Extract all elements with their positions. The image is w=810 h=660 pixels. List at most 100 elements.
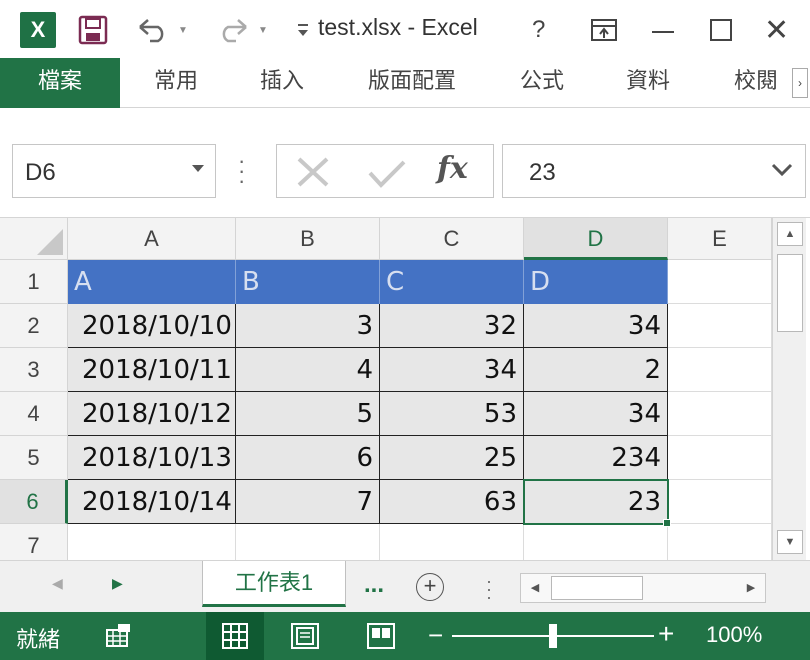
previous-sheet-icon[interactable]: ◀ — [52, 575, 63, 592]
empty-cell[interactable] — [236, 524, 380, 560]
table-cell[interactable]: 2018/10/13 — [68, 436, 236, 480]
table-cell[interactable]: 234 — [524, 436, 668, 480]
empty-cell[interactable] — [668, 348, 772, 392]
page-layout-view-icon[interactable] — [290, 622, 320, 655]
maximize-icon[interactable] — [708, 10, 734, 50]
table-cell[interactable]: 32 — [380, 304, 524, 348]
column-header-a[interactable]: A — [68, 218, 236, 260]
table-cell[interactable]: 3 — [236, 304, 380, 348]
table-cell[interactable]: 53 — [380, 392, 524, 436]
scroll-down-icon[interactable]: ▼ — [777, 530, 803, 554]
minimize-icon[interactable] — [650, 10, 676, 50]
page-break-view-icon[interactable] — [366, 622, 396, 655]
window-title: test.xlsx - Excel — [318, 14, 478, 40]
select-all-button[interactable] — [0, 218, 68, 260]
column-header-e[interactable]: E — [668, 218, 772, 260]
vertical-scroll-thumb[interactable] — [777, 254, 803, 332]
table-cell[interactable]: 7 — [236, 480, 380, 524]
normal-view-icon[interactable] — [206, 612, 264, 660]
horizontal-scrollbar[interactable]: ◀ ▶ — [520, 573, 766, 603]
table-cell[interactable]: 63 — [380, 480, 524, 524]
empty-cell[interactable] — [668, 392, 772, 436]
column-header-b[interactable]: B — [236, 218, 380, 260]
tab-file[interactable]: 檔案 — [0, 58, 120, 108]
macro-recording-icon[interactable] — [104, 622, 132, 655]
table-cell[interactable]: 2 — [524, 348, 668, 392]
empty-cell[interactable] — [380, 524, 524, 560]
horizontal-scroll-thumb[interactable] — [551, 576, 643, 600]
insert-function-icon[interactable]: fx — [437, 151, 468, 186]
table-cell[interactable]: 34 — [524, 304, 668, 348]
undo-dropdown-icon[interactable]: ▼ — [178, 10, 188, 50]
undo-icon[interactable] — [136, 10, 170, 50]
more-sheets-button[interactable]: ... — [364, 571, 384, 599]
zoom-level[interactable]: 100% — [706, 622, 762, 648]
scroll-right-icon[interactable]: ▶ — [739, 576, 763, 600]
zoom-out-icon[interactable]: − — [428, 620, 443, 651]
column-header-d[interactable]: D — [524, 218, 668, 260]
row-header-7[interactable]: 7 — [0, 524, 68, 560]
row-header-6[interactable]: 6 — [0, 480, 68, 524]
row-header-1[interactable]: 1 — [0, 260, 68, 304]
row-header-5[interactable]: 5 — [0, 436, 68, 480]
customize-quick-access-icon[interactable] — [296, 10, 310, 50]
zoom-in-icon[interactable]: + — [658, 618, 674, 650]
empty-cell[interactable] — [668, 524, 772, 560]
row-header-3[interactable]: 3 — [0, 348, 68, 392]
table-cell[interactable]: 34 — [524, 392, 668, 436]
empty-cell[interactable] — [668, 304, 772, 348]
table-header-cell[interactable]: A — [68, 260, 236, 304]
tab-formulas[interactable]: 公式 — [520, 58, 564, 108]
sheet-tab-active[interactable]: 工作表1 — [202, 561, 346, 607]
table-cell[interactable]: 23 — [524, 480, 668, 524]
tab-split-handle-icon[interactable]: · · · — [486, 572, 492, 606]
table-cell[interactable]: 25 — [380, 436, 524, 480]
scroll-up-icon[interactable]: ▲ — [777, 222, 803, 246]
formula-input[interactable]: 23 — [502, 144, 806, 198]
row-header-4[interactable]: 4 — [0, 392, 68, 436]
formula-bar-resize-handle-icon[interactable]: · · · — [238, 150, 245, 192]
enter-icon[interactable] — [367, 159, 407, 194]
table-header-cell[interactable]: C — [380, 260, 524, 304]
table-cell[interactable]: 2018/10/12 — [68, 392, 236, 436]
tab-data[interactable]: 資料 — [626, 58, 670, 108]
zoom-slider-thumb[interactable] — [549, 624, 557, 648]
close-icon[interactable]: ✕ — [764, 10, 789, 50]
tab-home[interactable]: 常用 — [154, 58, 198, 108]
redo-icon[interactable] — [216, 10, 250, 50]
vertical-scrollbar[interactable]: ▲ ▼ — [772, 218, 806, 560]
empty-cell[interactable] — [668, 480, 772, 524]
table-cell[interactable]: 6 — [236, 436, 380, 480]
name-box[interactable]: D6 — [12, 144, 216, 198]
table-cell[interactable]: 4 — [236, 348, 380, 392]
empty-cell[interactable] — [524, 524, 668, 560]
table-header-cell[interactable]: D — [524, 260, 668, 304]
table-cell[interactable]: 34 — [380, 348, 524, 392]
worksheet-grid[interactable]: A B C D E 1 A B C D 2 2018/10/10 3 32 34 3 2018/10/11 4 34… — [0, 218, 772, 560]
add-sheet-icon[interactable]: + — [416, 573, 444, 601]
redo-dropdown-icon[interactable]: ▼ — [258, 10, 268, 50]
table-cell[interactable]: 2018/10/14 — [68, 480, 236, 524]
scroll-left-icon[interactable]: ◀ — [523, 576, 547, 600]
table-cell[interactable]: 2018/10/10 — [68, 304, 236, 348]
table-cell[interactable]: 5 — [236, 392, 380, 436]
next-sheet-icon[interactable]: ▶ — [112, 575, 123, 592]
fill-handle[interactable] — [663, 519, 671, 527]
empty-cell[interactable] — [68, 524, 236, 560]
empty-cell[interactable] — [668, 436, 772, 480]
column-header-c[interactable]: C — [380, 218, 524, 260]
expand-formula-bar-icon[interactable] — [771, 163, 793, 182]
tab-review[interactable]: 校閱 — [734, 58, 778, 108]
save-icon[interactable] — [78, 10, 108, 50]
empty-cell[interactable] — [668, 260, 772, 304]
table-header-cell[interactable]: B — [236, 260, 380, 304]
row-header-2[interactable]: 2 — [0, 304, 68, 348]
tab-page-layout[interactable]: 版面配置 — [368, 58, 456, 108]
help-icon[interactable]: ? — [532, 10, 545, 50]
tab-insert[interactable]: 插入 — [260, 58, 304, 108]
cancel-icon[interactable] — [295, 157, 331, 192]
ribbon-scroll-right-icon[interactable]: › — [792, 68, 808, 98]
ribbon-display-options-icon[interactable] — [590, 10, 618, 50]
name-box-dropdown-icon[interactable] — [191, 161, 205, 177]
table-cell[interactable]: 2018/10/11 — [68, 348, 236, 392]
